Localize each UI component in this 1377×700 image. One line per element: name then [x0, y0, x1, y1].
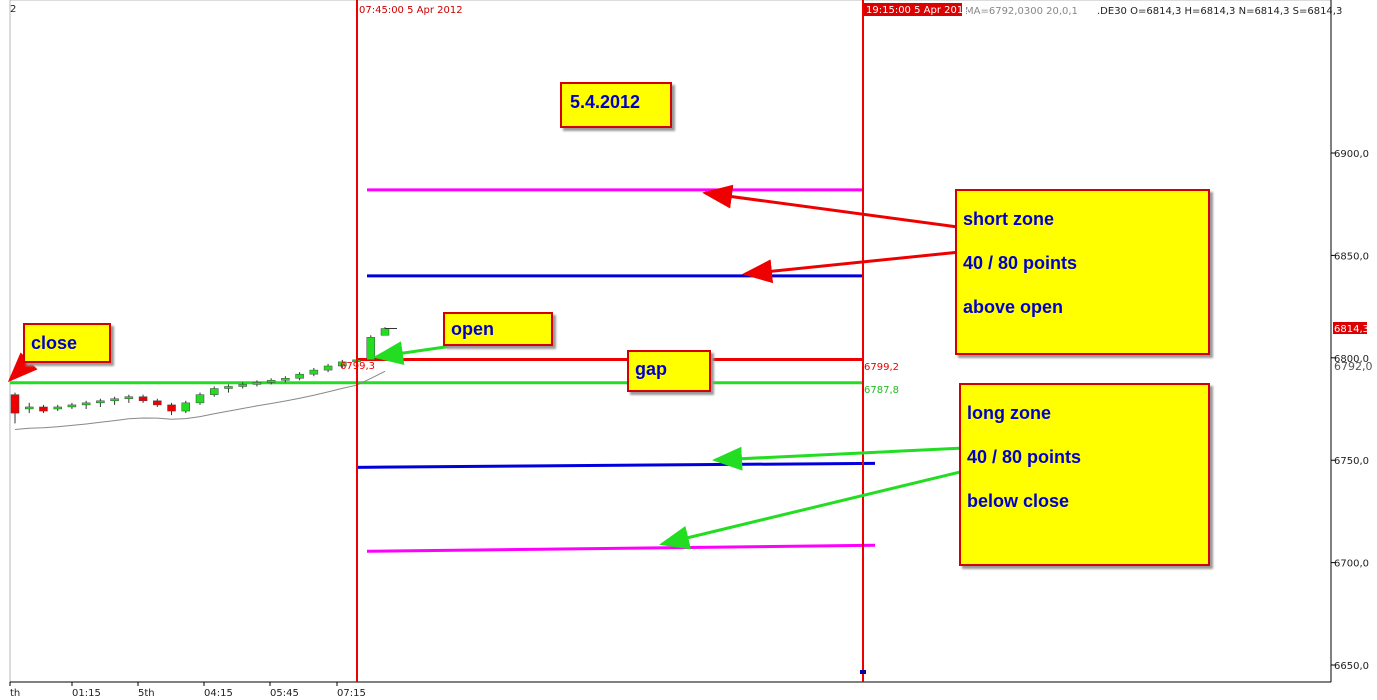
ma-price-tag: 6792,0: [1334, 360, 1373, 373]
vertical-line-start-label: 07:45:00 5 Apr 2012: [359, 5, 463, 16]
y-tick-label: 6850,0: [1334, 251, 1369, 262]
long-zone-title: long zone: [967, 403, 1051, 423]
close-level-label: 6787,8: [864, 385, 899, 396]
last-price-tag: 6814,3: [1334, 324, 1369, 335]
long-zone-desc: below close: [967, 491, 1070, 511]
y-tick-label: 6900,0: [1334, 149, 1369, 160]
open-box: open: [443, 312, 553, 346]
x-tick-label: 04:15: [204, 688, 233, 699]
vertical-line-end-handle[interactable]: [860, 670, 866, 674]
gap-text: gap: [635, 359, 668, 379]
candle-body: [110, 398, 119, 402]
x-tick-label: 07:15: [337, 688, 366, 699]
candle-body: [181, 402, 191, 412]
symbol-info: .DE30 O=6814,3 H=6814,3 N=6814,3 S=6814,…: [1097, 6, 1342, 17]
long-zone-box: long zone 40 / 80 points below close: [959, 383, 1210, 566]
x-axis-ticks: th 01:15 5th 04:15 05:45 07:15: [9, 682, 366, 699]
candle-body: [67, 404, 77, 408]
x-tick-label: 5th: [138, 688, 155, 699]
candle-body: [167, 404, 176, 412]
open-text: open: [451, 319, 494, 339]
candle-body: [323, 365, 333, 371]
short-zone-desc: above open: [963, 297, 1064, 317]
candle-body: [266, 380, 276, 383]
candle-body: [309, 369, 319, 375]
vertical-line-end-label: 19:15:00 5 Apr 2012: [866, 5, 970, 16]
y-axis-ticks: 6900,06850,06800,06750,06700,06650,0: [1331, 149, 1369, 672]
candle-body: [195, 394, 205, 404]
left-marker: 2: [10, 4, 16, 15]
candle-body: [81, 402, 91, 406]
x-tick-label: 01:15: [72, 688, 101, 699]
open-level-label: 6799,2: [864, 362, 899, 373]
candle-body: [138, 396, 148, 402]
candle-body: [124, 396, 134, 400]
candle-body: [224, 386, 233, 389]
gap-box: gap: [627, 350, 711, 392]
x-tick-label: th: [10, 688, 20, 699]
short-zone-box: short zone 40 / 80 points above open: [955, 189, 1210, 355]
short-zone-points: 40 / 80 points: [963, 253, 1078, 273]
close-text: close: [31, 333, 78, 353]
y-tick-label: 6700,0: [1334, 559, 1369, 570]
candle-body: [252, 382, 262, 385]
y-tick-label: 6650,0: [1334, 661, 1369, 672]
candle-body: [53, 406, 62, 410]
close-box: close: [23, 323, 111, 363]
candle-body: [295, 373, 304, 379]
candle-body: [366, 337, 376, 361]
candle-body: [281, 378, 290, 381]
candle-body: [96, 400, 105, 404]
candle-body: [24, 406, 34, 410]
candle-body: [39, 406, 48, 412]
y-tick-label: 6750,0: [1334, 456, 1369, 467]
date-box: 5.4.2012: [560, 82, 672, 128]
open-price-text: 6799,3: [340, 361, 375, 372]
candle-body: [209, 388, 219, 395]
x-tick-label: 05:45: [270, 688, 299, 699]
candle-body: [380, 328, 390, 336]
date-text: 5.4.2012: [570, 92, 641, 112]
candle-body: [153, 400, 162, 406]
candle-body: [10, 394, 20, 414]
long-zone-points: 40 / 80 points: [967, 447, 1082, 467]
candle-body: [238, 384, 247, 387]
ma-info: MA=6792,0300 20,0,1: [965, 6, 1078, 17]
short-zone-title: short zone: [963, 209, 1055, 229]
